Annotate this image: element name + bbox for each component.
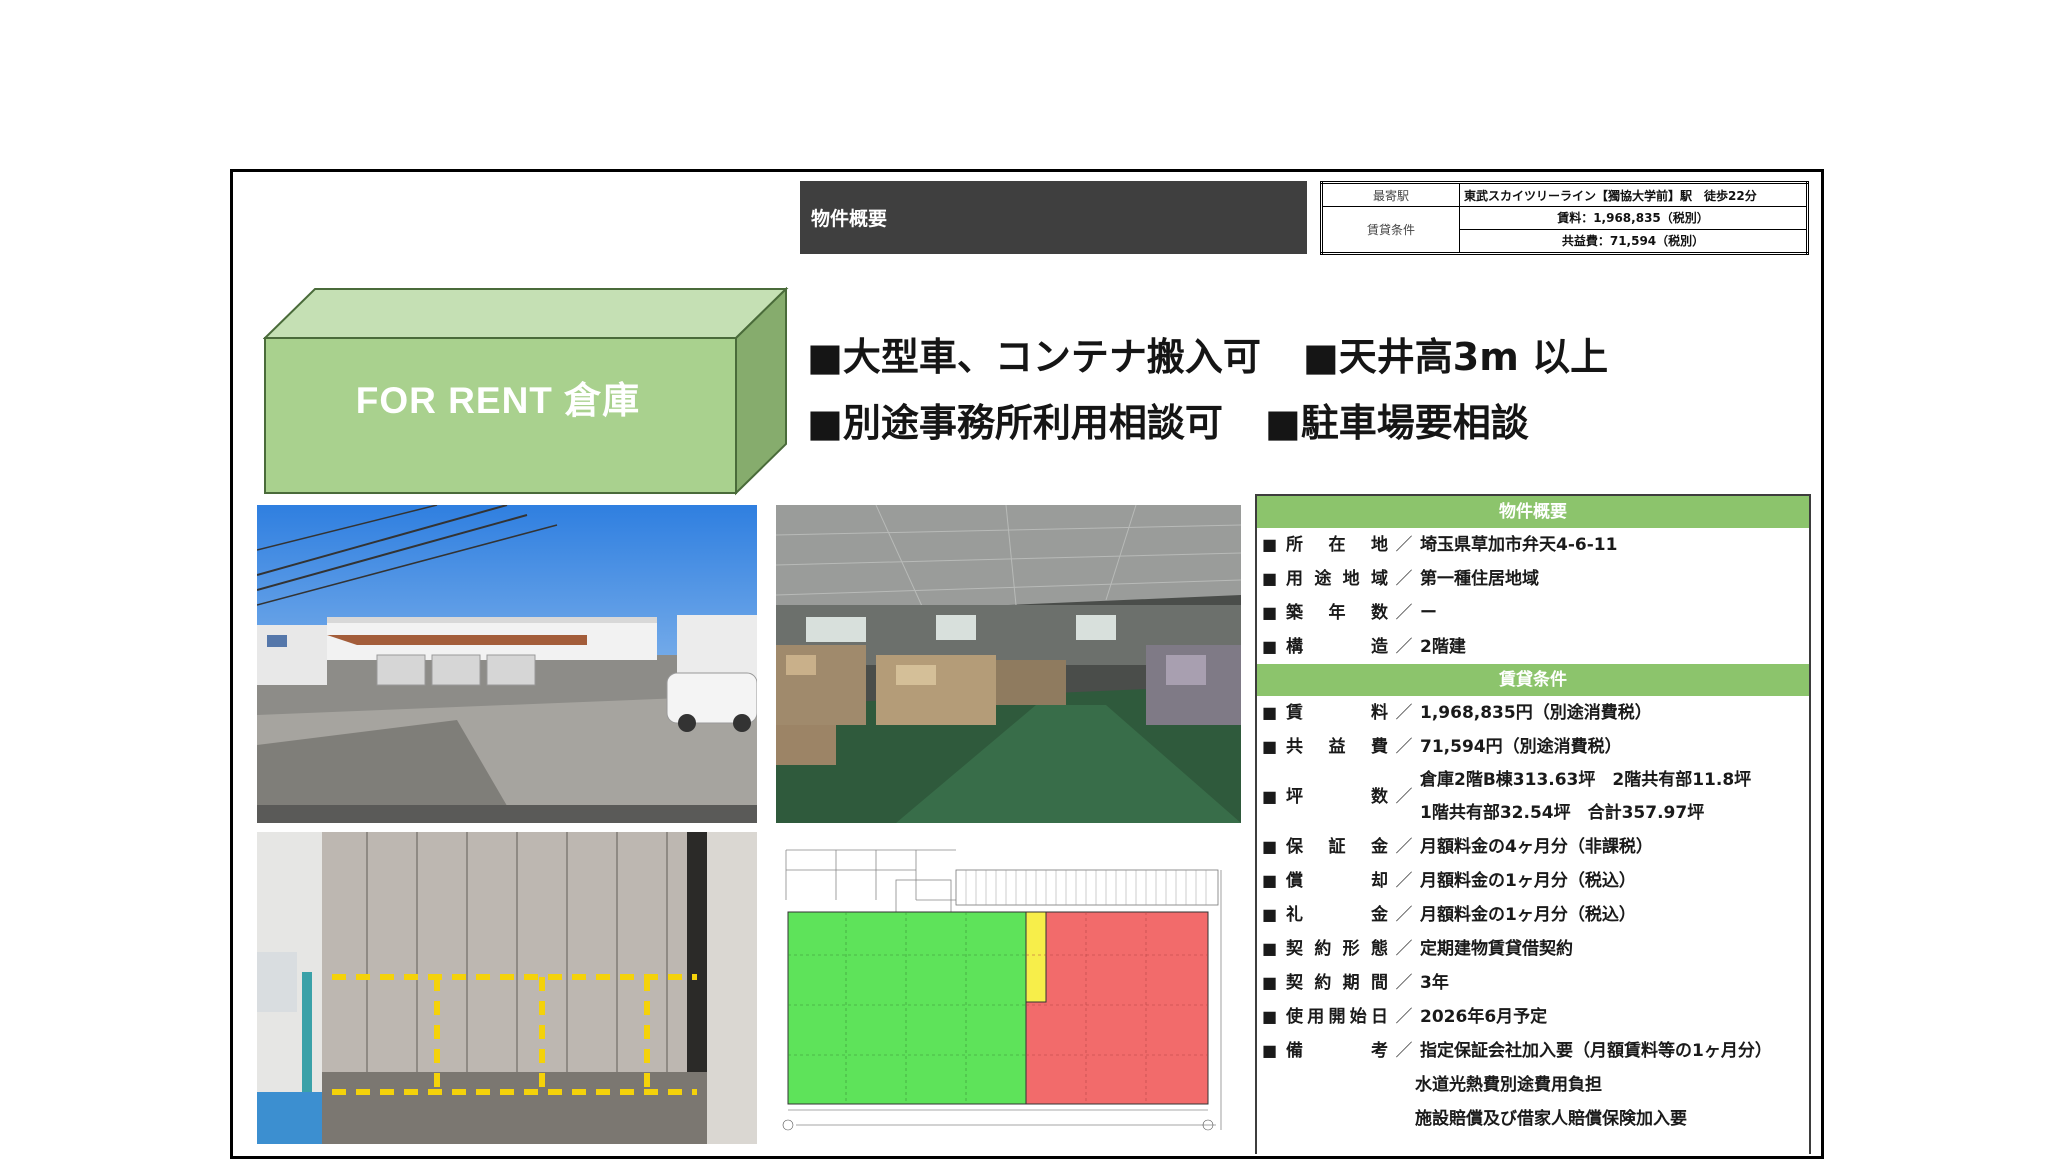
bullet-square: ■ — [1262, 787, 1278, 806]
overview-row-structure: ■ 構造 ／ 2階建 — [1257, 630, 1809, 664]
location-value: 埼玉県草加市弁天4-6-11 — [1420, 535, 1618, 555]
terms-row-contract-period: ■ 契約期間 ／ 3年 — [1257, 966, 1809, 1000]
header-title: 物件概要 — [811, 208, 888, 230]
location-key: 所在地 — [1286, 535, 1388, 555]
zoning-key: 用途地域 — [1286, 569, 1388, 589]
common-fee-value: 共益費：71,594（税別） — [1459, 228, 1808, 255]
bullet-square: ■ — [1262, 637, 1278, 656]
age-key: 築年数 — [1286, 603, 1388, 623]
amortization-value: 月額料金の1ヶ月分（税込） — [1420, 871, 1636, 891]
station-terms-table: 最寄駅 東武スカイツリーライン【獨協大学前】駅 徒歩22分 賃貸条件 賃料：1,… — [1320, 181, 1809, 255]
property-overview-panel: 物件概要 ■ 所在地 ／ 埼玉県草加市弁天4-6-11 ■ 用途地域 ／ 第一種… — [1255, 494, 1811, 1154]
contract-period-value: 3年 — [1420, 973, 1449, 993]
floor-plan — [776, 840, 1241, 1140]
contract-type-key: 契約形態 — [1286, 939, 1388, 959]
terms-row-area: ■ 坪数 ／ 倉庫2階B棟313.63坪 2階共有部11.8坪 1階共有部32.… — [1257, 764, 1809, 830]
amortization-key: 償却 — [1286, 871, 1388, 891]
bullet-square: ■ — [1262, 703, 1278, 722]
bullet-square: ■ — [1262, 737, 1278, 756]
age-value: ー — [1420, 603, 1437, 623]
bullet-square: ■ — [1262, 939, 1278, 958]
structure-value: 2階建 — [1420, 637, 1466, 657]
contract-period-key: 契約期間 — [1286, 973, 1388, 993]
common-fee-amount: 71,594円（別途消費税） — [1420, 737, 1622, 757]
freight-lift-photo — [257, 832, 757, 1144]
area-key: 坪数 — [1286, 787, 1388, 807]
terms-heading: 賃貸条件 — [1257, 664, 1809, 696]
bullet-square: ■ — [1262, 871, 1278, 890]
feature-office-use: ■別途事務所利用相談可 — [807, 400, 1223, 445]
remarks-line2: 水道光熱費別途費用負担 — [1415, 1075, 1602, 1095]
key-money-key: 礼金 — [1286, 905, 1388, 925]
terms-row-contract-type: ■ 契約形態 ／ 定期建物賃貸借契約 — [1257, 932, 1809, 966]
header-title-bar: 物件概要 — [800, 181, 1307, 254]
remarks-line3: 施設賠償及び借家人賠償保険加入要 — [1415, 1109, 1687, 1129]
feature-list: ■大型車、コンテナ搬入可 ■天井高3m 以上 ■別途事務所利用相談可 ■駐車場要… — [807, 320, 1687, 452]
overview-row-zoning: ■ 用途地域 ／ 第一種住居地域 — [1257, 562, 1809, 596]
feature-large-vehicles: ■大型車、コンテナ搬入可 — [807, 334, 1261, 379]
terms-row-remarks: ■ 備考 ／ 指定保証会社加入要（月額賃料等の1ヶ月分） — [1257, 1034, 1809, 1068]
rent-value: 賃料：1,968,835（税別） — [1459, 206, 1808, 230]
zoning-value: 第一種住居地域 — [1420, 569, 1539, 589]
station-value: 東武スカイツリーライン【獨協大学前】駅 徒歩22分 — [1459, 181, 1808, 208]
area-value-line1: 倉庫2階B棟313.63坪 2階共有部11.8坪 — [1420, 770, 1752, 790]
terms-row-deposit: ■ 保証金 ／ 月額料金の4ヶ月分（非課税） — [1257, 830, 1809, 864]
terms-row-amortization: ■ 償却 ／ 月額料金の1ヶ月分（税込） — [1257, 864, 1809, 898]
remarks-key: 備考 — [1286, 1041, 1388, 1061]
rent-key: 賃料 — [1286, 703, 1388, 723]
overview-row-age: ■ 築年数 ／ ー — [1257, 596, 1809, 630]
bullet-square: ■ — [1262, 973, 1278, 992]
flyer-sheet: 物件概要 最寄駅 東武スカイツリーライン【獨協大学前】駅 徒歩22分 賃貸条件 … — [230, 169, 1824, 1159]
overview-heading: 物件概要 — [1257, 496, 1809, 528]
station-label: 最寄駅 — [1321, 181, 1460, 208]
contract-type-value: 定期建物賃貸借契約 — [1420, 939, 1573, 959]
bullet-square: ■ — [1262, 905, 1278, 924]
bullet-square: ■ — [1262, 569, 1278, 588]
deposit-value: 月額料金の4ヶ月分（非課税） — [1420, 837, 1653, 857]
terms-row-common-fee: ■ 共益費 ／ 71,594円（別途消費税） — [1257, 730, 1809, 764]
deposit-key: 保証金 — [1286, 837, 1388, 857]
bullet-square: ■ — [1262, 1041, 1278, 1060]
start-date-value: 2026年6月予定 — [1420, 1007, 1548, 1027]
area-value: 倉庫2階B棟313.63坪 2階共有部11.8坪 1階共有部32.54坪 合計3… — [1420, 764, 1809, 830]
remarks-line1: 指定保証会社加入要（月額賃料等の1ヶ月分） — [1420, 1041, 1772, 1061]
bullet-square: ■ — [1262, 837, 1278, 856]
interior-photo — [776, 505, 1241, 823]
bullet-square: ■ — [1262, 1007, 1278, 1026]
terms-row-rent: ■ 賃料 ／ 1,968,835円（別途消費税） — [1257, 696, 1809, 730]
exterior-photo — [257, 505, 757, 823]
feature-ceiling-height: ■天井高3m 以上 — [1302, 334, 1609, 379]
structure-key: 構造 — [1286, 637, 1388, 657]
terms-row-start-date: ■ 使用開始日 ／ 2026年6月予定 — [1257, 1000, 1809, 1034]
terms-label: 賃貸条件 — [1321, 206, 1460, 254]
rent-amount: 1,968,835円（別途消費税） — [1420, 703, 1652, 723]
key-money-value: 月額料金の1ヶ月分（税込） — [1420, 905, 1636, 925]
for-rent-label: FOR RENT 倉庫 — [355, 379, 641, 421]
bullet-square: ■ — [1262, 603, 1278, 622]
area-value-line2: 1階共有部32.54坪 合計357.97坪 — [1420, 803, 1705, 823]
overview-row-location: ■ 所在地 ／ 埼玉県草加市弁天4-6-11 — [1257, 528, 1809, 562]
common-fee-key: 共益費 — [1286, 737, 1388, 757]
terms-row-key-money: ■ 礼金 ／ 月額料金の1ヶ月分（税込） — [1257, 898, 1809, 932]
start-date-key: 使用開始日 — [1286, 1007, 1388, 1027]
bullet-square: ■ — [1262, 535, 1278, 554]
feature-parking: ■駐車場要相談 — [1264, 400, 1529, 445]
